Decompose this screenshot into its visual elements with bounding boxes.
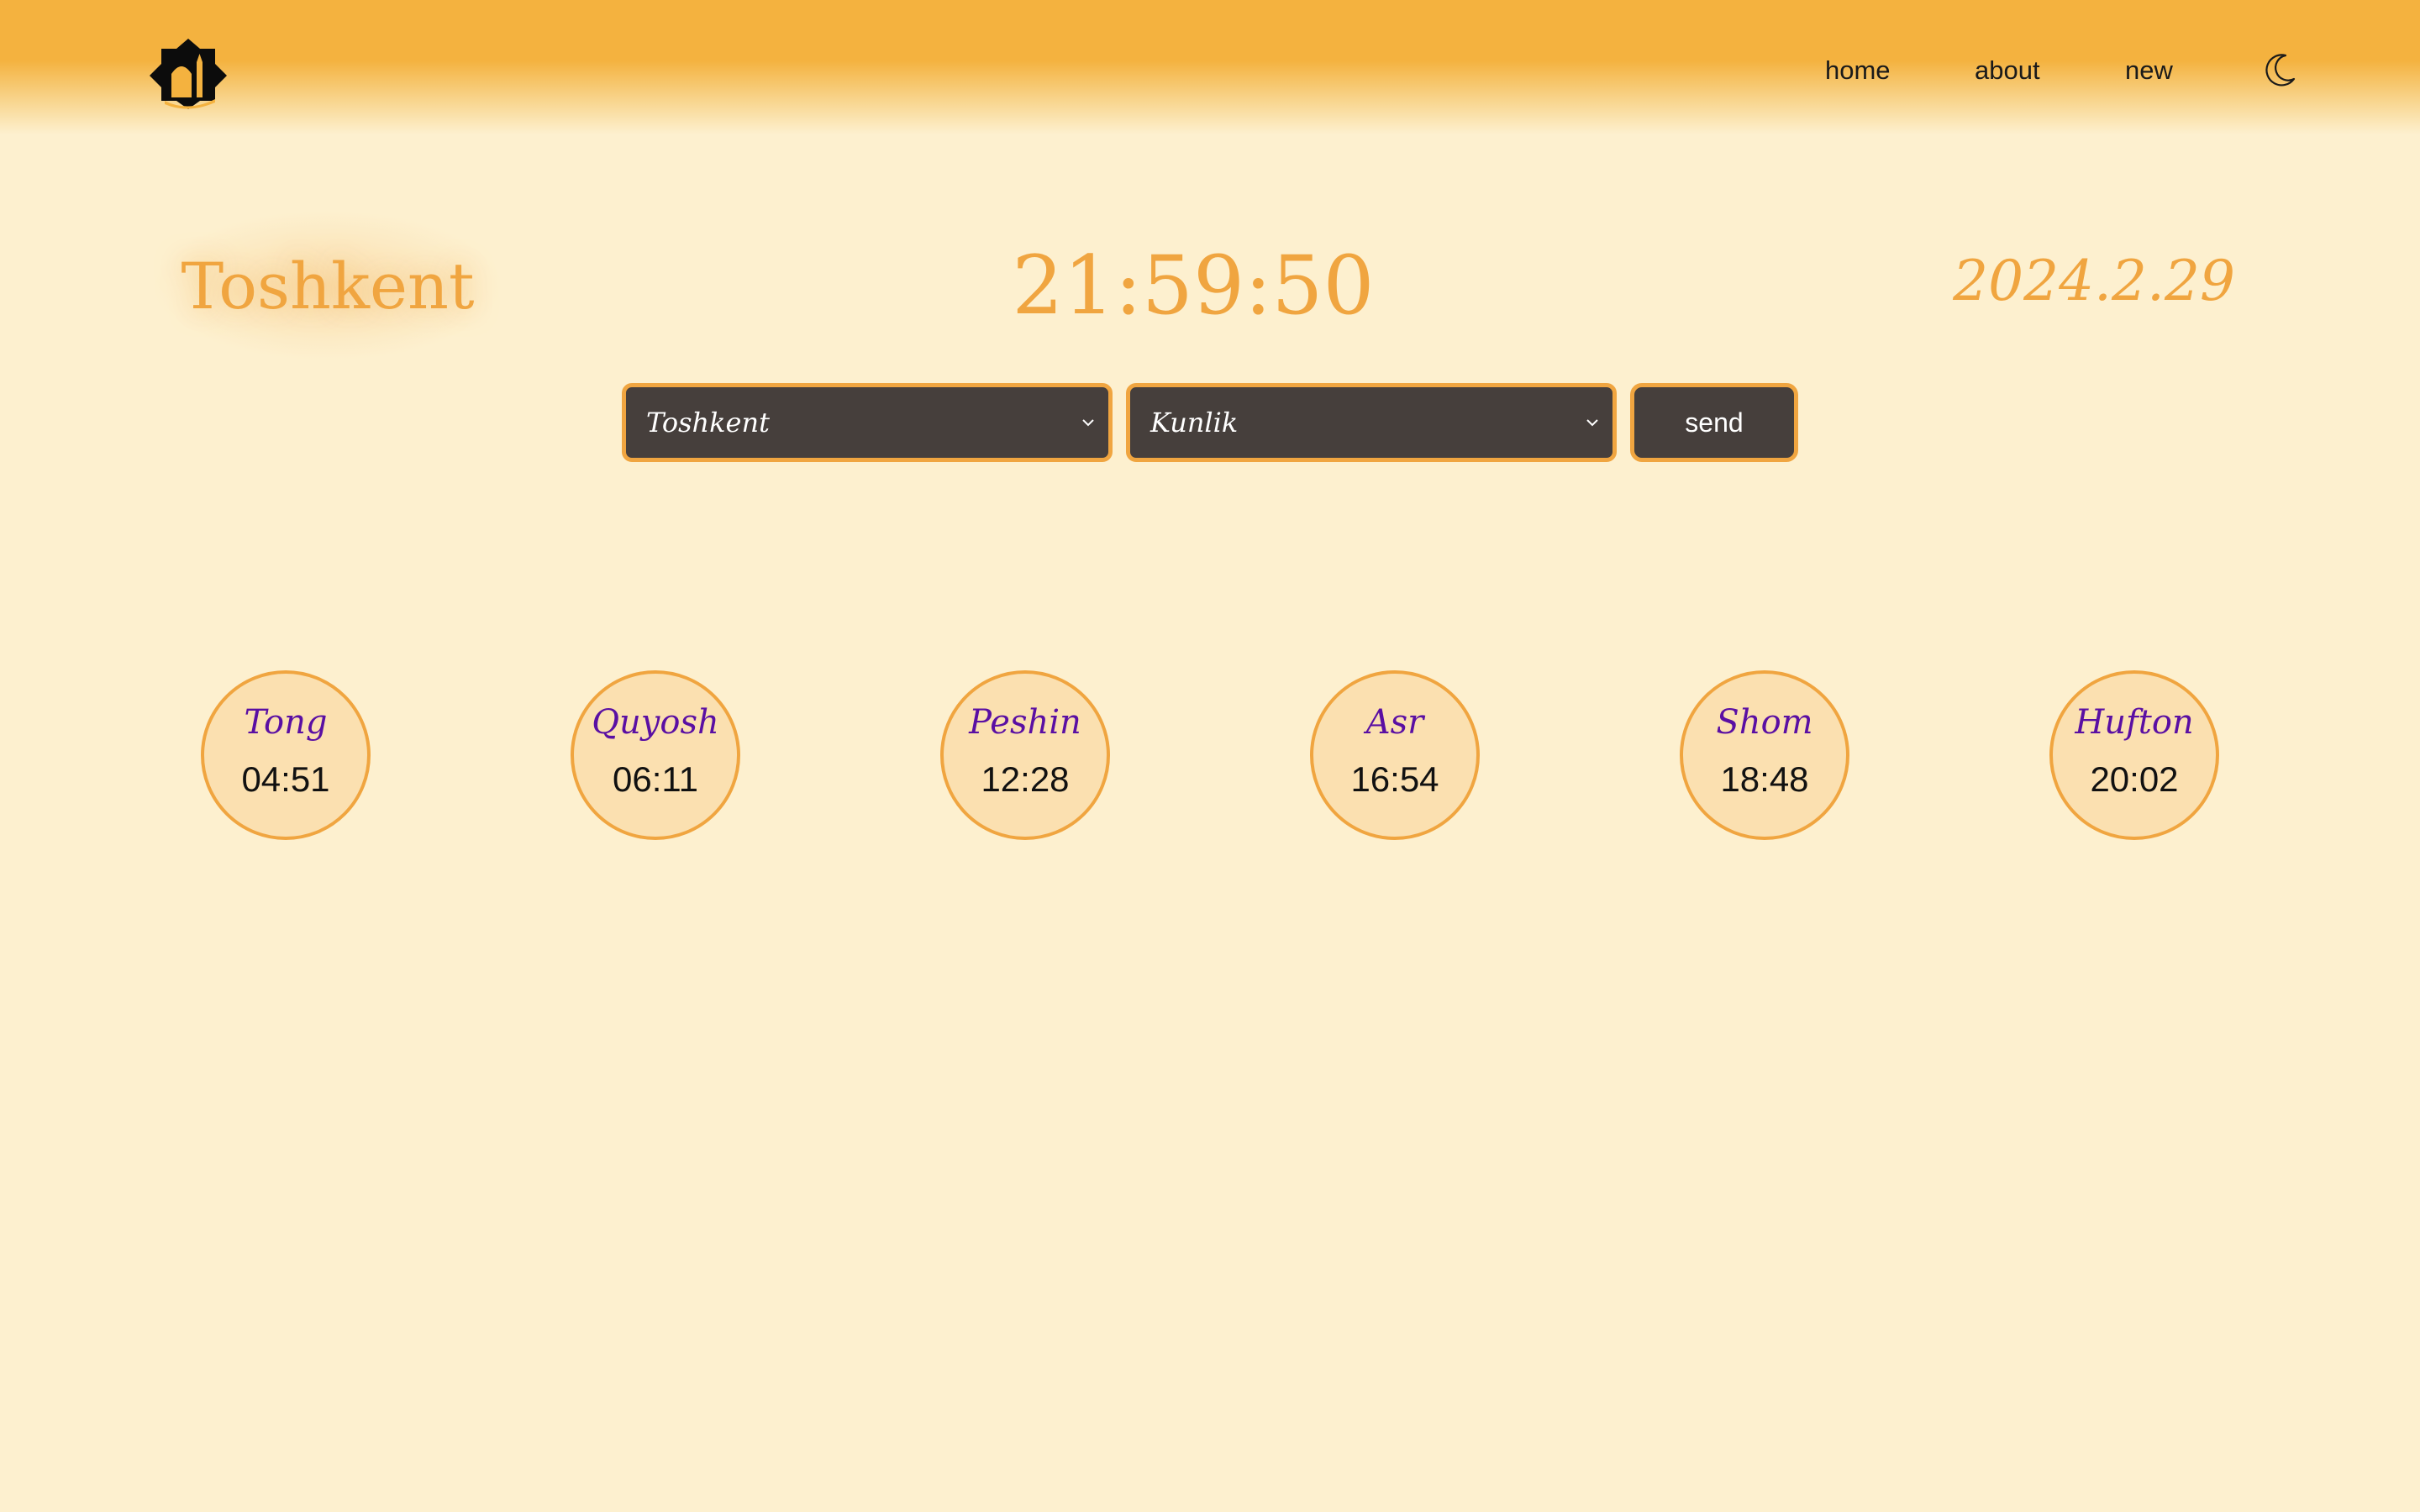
moon-icon[interactable] [2260, 50, 2299, 89]
prayer-time: 16:54 [1350, 759, 1439, 799]
prayer-card-peshin: Peshin 12:28 [940, 670, 1110, 840]
prayer-time: 20:02 [2090, 759, 2179, 799]
prayer-card-asr: Asr 16:54 [1310, 670, 1480, 840]
prayer-time: 06:11 [613, 759, 698, 799]
current-time: 21:59:50 [1012, 239, 1375, 333]
prayer-card-hufton: Hufton 20:02 [2049, 670, 2219, 840]
period-select-value: Kunlik [1150, 407, 1239, 438]
prayer-name: Tong [244, 703, 328, 742]
prayer-time: 12:28 [981, 759, 1070, 799]
prayer-time: 04:51 [241, 759, 330, 799]
prayer-card-quyosh: Quyosh 06:11 [571, 670, 740, 840]
prayer-name: Hufton [2075, 703, 2194, 742]
prayer-card-shom: Shom 18:48 [1680, 670, 1849, 840]
header-bar [0, 0, 2420, 134]
current-date: 2024.2.29 [1953, 249, 2235, 313]
prayer-name: Quyosh [592, 703, 719, 742]
city-title: Toshkent [151, 210, 504, 361]
chevron-down-icon [1586, 419, 1598, 427]
chevron-down-icon [1082, 419, 1094, 427]
prayer-name: Shom [1716, 703, 1813, 742]
mosque-icon[interactable] [148, 37, 229, 111]
prayer-card-tong: Tong 04:51 [201, 670, 371, 840]
period-select[interactable]: Kunlik [1126, 383, 1617, 462]
nav-about-link[interactable]: about [1975, 55, 2040, 94]
nav-new-link[interactable]: new [2125, 55, 2173, 94]
send-button[interactable]: send [1630, 383, 1798, 462]
city-select-value: Toshkent [646, 407, 770, 438]
prayer-name: Asr [1365, 703, 1424, 742]
city-select[interactable]: Toshkent [622, 383, 1113, 462]
prayer-name: Peshin [969, 703, 1081, 742]
nav-home-link[interactable]: home [1825, 55, 1891, 94]
prayer-time: 18:48 [1720, 759, 1809, 799]
